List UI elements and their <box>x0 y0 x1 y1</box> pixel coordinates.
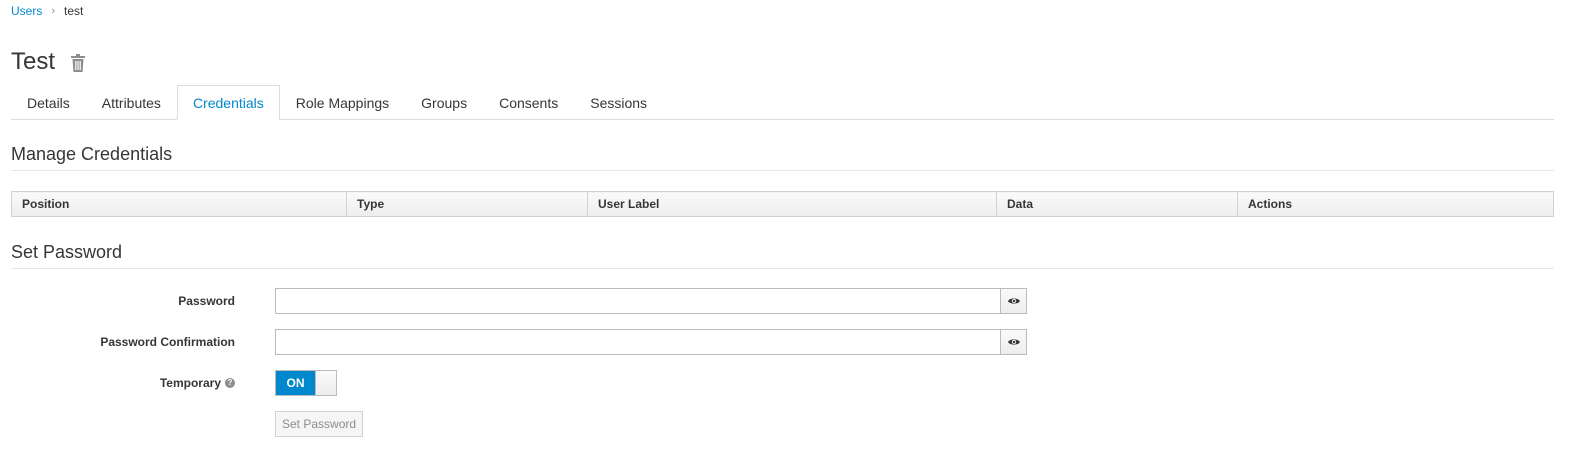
breadcrumb-separator: › <box>51 5 56 17</box>
question-circle-icon[interactable]: ? <box>225 378 235 388</box>
trash-icon[interactable] <box>71 54 86 72</box>
temporary-toggle-knob <box>315 371 336 395</box>
tab-sessions[interactable]: Sessions <box>574 85 664 119</box>
breadcrumb: Users › test <box>11 3 83 19</box>
column-header-position: Position <box>11 191 347 217</box>
password-input[interactable] <box>275 288 1000 314</box>
password-confirmation-input[interactable] <box>275 329 1000 355</box>
column-header-user-label: User Label <box>587 191 997 217</box>
password-input-group <box>275 288 1027 314</box>
page-title: Test <box>11 48 56 75</box>
tab-details[interactable]: Details <box>11 85 86 119</box>
tab-attributes[interactable]: Attributes <box>85 85 177 119</box>
column-header-data: Data <box>996 191 1238 217</box>
password-confirmation-label: Password Confirmation <box>100 335 235 349</box>
credentials-table-header-row: Position Type User Label Data Actions <box>11 191 1554 217</box>
eye-icon <box>1007 339 1020 345</box>
password-label: Password <box>178 294 235 308</box>
tab-credentials[interactable]: Credentials <box>176 85 280 120</box>
user-tabs: Details Attributes Credentials Role Mapp… <box>11 85 1554 120</box>
manage-credentials-heading: Manage Credentials <box>11 144 1554 171</box>
set-password-heading: Set Password <box>11 242 1554 269</box>
temporary-toggle[interactable]: ON <box>275 370 337 396</box>
temporary-toggle-state: ON <box>276 371 315 395</box>
tab-groups[interactable]: Groups <box>405 85 484 119</box>
column-header-type: Type <box>346 191 588 217</box>
breadcrumb-current: test <box>64 4 84 18</box>
credentials-table: Position Type User Label Data Actions <box>11 191 1554 217</box>
breadcrumb-users-link[interactable]: Users <box>11 3 42 19</box>
password-confirmation-reveal-button[interactable] <box>1000 329 1027 355</box>
eye-icon <box>1007 298 1020 304</box>
temporary-row: Temporary ? <box>0 370 1040 396</box>
tab-role-mappings[interactable]: Role Mappings <box>279 85 406 119</box>
password-confirmation-input-group <box>275 329 1027 355</box>
password-reveal-button[interactable] <box>1000 288 1027 314</box>
column-header-actions: Actions <box>1237 191 1554 217</box>
page: Users › test Test Details Attributes Cre… <box>0 0 1572 451</box>
tab-consents[interactable]: Consents <box>483 85 575 119</box>
temporary-label-wrap: Temporary ? <box>0 376 235 390</box>
page-title-row: Test <box>11 47 86 77</box>
temporary-label: Temporary <box>159 376 221 390</box>
set-password-button[interactable]: Set Password <box>275 411 364 437</box>
